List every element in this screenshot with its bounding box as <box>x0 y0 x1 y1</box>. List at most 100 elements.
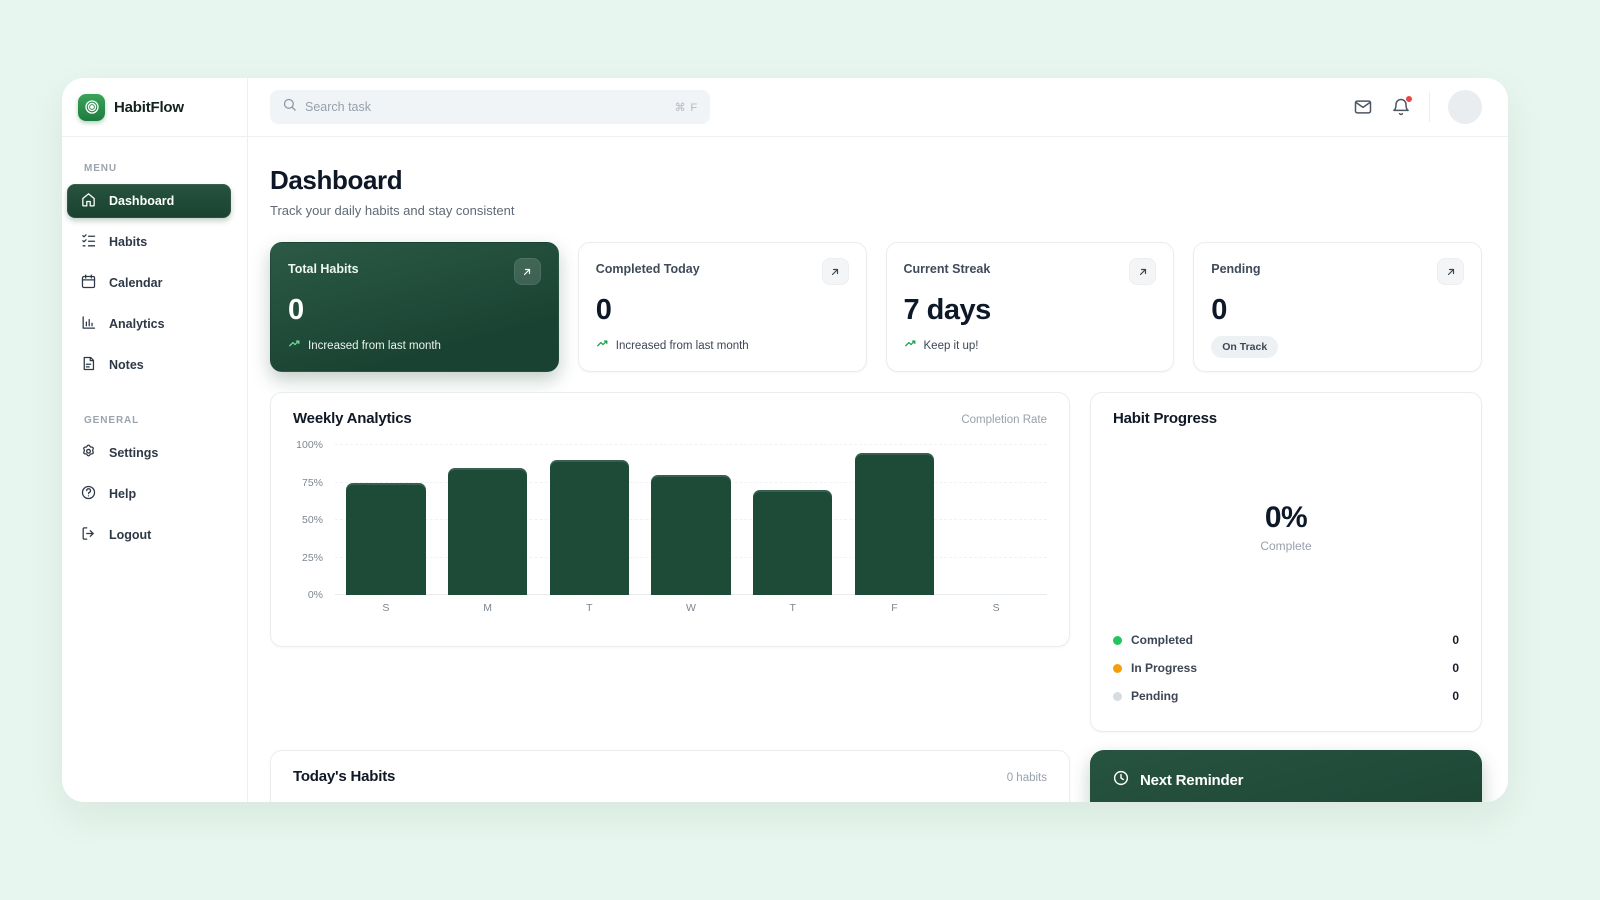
weekly-analytics-card: Weekly Analytics Completion Rate 0%25%50… <box>270 392 1070 647</box>
chart-bars <box>335 445 1047 595</box>
sidebar-item-label: Dashboard <box>109 194 174 208</box>
x-tick-label: T <box>742 602 844 614</box>
legend-value: 0 <box>1452 689 1459 703</box>
sidebar-item-notes[interactable]: Notes <box>67 348 231 382</box>
in-progress-dot-icon <box>1113 664 1122 673</box>
bar <box>855 453 934 596</box>
bar-S-0 <box>335 445 437 595</box>
completed-dot-icon <box>1113 636 1122 645</box>
progress-legend: Completed 0 In Progress 0 Pending 0 <box>1113 626 1459 714</box>
stat-value: 0 <box>288 294 541 327</box>
chart-x-axis: SMTWTFS <box>335 602 1047 614</box>
legend-label: Pending <box>1131 689 1178 703</box>
bar-W-3 <box>640 445 742 595</box>
mail-button[interactable] <box>1353 97 1373 117</box>
stat-note-text: Keep it up! <box>924 340 979 352</box>
notification-dot <box>1405 95 1413 103</box>
y-tick-label: 0% <box>308 589 323 601</box>
sidebar-item-calendar[interactable]: Calendar <box>67 266 231 300</box>
logo: HabitFlow <box>62 78 247 137</box>
trend-up-icon <box>288 337 302 354</box>
x-tick-label: M <box>437 602 539 614</box>
sidebar-item-label: Help <box>109 487 136 501</box>
search-shortcut-hint: ⌘ F <box>675 101 698 114</box>
next-reminder-card: Next Reminder <box>1090 750 1482 802</box>
expand-arrow-icon[interactable] <box>822 258 849 285</box>
legend-label: In Progress <box>1131 661 1197 675</box>
chart-plot <box>335 445 1047 595</box>
search-input[interactable] <box>305 100 667 114</box>
stat-label: Pending <box>1211 258 1260 276</box>
sidebar-item-label: Analytics <box>109 317 165 331</box>
stat-card-current-streak: Current Streak 7 days Keep it up! <box>886 242 1175 372</box>
stat-card-completed-today: Completed Today 0 Increased from last mo… <box>578 242 867 372</box>
pending-dot-icon <box>1113 692 1122 701</box>
app-window: HabitFlow MENU Dashboard Habits <box>62 78 1508 802</box>
sidebar: HabitFlow MENU Dashboard Habits <box>62 78 248 802</box>
stat-note-text: Increased from last month <box>308 340 441 352</box>
search-icon <box>282 97 297 117</box>
sidebar-item-habits[interactable]: Habits <box>67 225 231 259</box>
habit-progress-card: Habit Progress 0% Complete Completed 0 <box>1090 392 1482 732</box>
stat-card-pending: Pending 0 On Track <box>1193 242 1482 372</box>
sidebar-item-label: Habits <box>109 235 147 249</box>
calendar-icon <box>80 273 97 293</box>
sidebar-item-settings[interactable]: Settings <box>67 436 231 470</box>
sidebar-item-dashboard[interactable]: Dashboard <box>67 184 231 218</box>
expand-arrow-icon[interactable] <box>514 258 541 285</box>
expand-arrow-icon[interactable] <box>1129 258 1156 285</box>
menu-section-label: MENU <box>84 163 247 174</box>
expand-arrow-icon[interactable] <box>1437 258 1464 285</box>
y-tick-label: 100% <box>296 439 323 451</box>
dashboard-content: Dashboard Track your daily habits and st… <box>248 137 1508 802</box>
bar <box>448 468 527 596</box>
legend-row-in-progress: In Progress 0 <box>1113 654 1459 682</box>
mail-icon <box>1353 97 1373 117</box>
gear-icon <box>80 443 97 463</box>
bar-chart-icon <box>80 314 97 334</box>
sidebar-item-logout[interactable]: Logout <box>67 518 231 552</box>
stat-label: Completed Today <box>596 258 700 276</box>
todays-habits-title: Today's Habits <box>293 768 395 785</box>
stat-value: 0 <box>1211 294 1464 327</box>
checklist-icon <box>80 232 97 252</box>
home-icon <box>80 191 97 211</box>
stat-label: Total Habits <box>288 258 359 276</box>
bar <box>550 460 629 595</box>
stat-note-text: Increased from last month <box>616 340 749 352</box>
stat-value: 0 <box>596 294 849 327</box>
legend-row-pending: Pending 0 <box>1113 682 1459 710</box>
logout-icon <box>80 525 97 545</box>
progress-caption: Complete <box>1260 539 1311 553</box>
sidebar-item-label: Notes <box>109 358 144 372</box>
legend-value: 0 <box>1452 661 1459 675</box>
x-tick-label: S <box>945 602 1047 614</box>
sidebar-item-analytics[interactable]: Analytics <box>67 307 231 341</box>
sidebar-item-label: Calendar <box>109 276 163 290</box>
chart-y-axis: 0%25%50%75%100% <box>293 445 327 595</box>
x-tick-label: F <box>844 602 946 614</box>
y-tick-label: 50% <box>302 514 323 526</box>
todays-habits-count: 0 habits <box>1007 772 1047 784</box>
sidebar-item-help[interactable]: Help <box>67 477 231 511</box>
x-tick-label: S <box>335 602 437 614</box>
stat-label: Current Streak <box>904 258 991 276</box>
help-circle-icon <box>80 484 97 504</box>
bar-F-5 <box>844 445 946 595</box>
sidebar-item-label: Logout <box>109 528 151 542</box>
search-box[interactable]: ⌘ F <box>270 90 710 124</box>
status-badge: On Track <box>1211 336 1278 358</box>
progress-title: Habit Progress <box>1113 410 1217 427</box>
notifications-button[interactable] <box>1391 97 1411 117</box>
stat-value: 7 days <box>904 294 1157 327</box>
progress-percent: 0% <box>1265 501 1307 535</box>
legend-value: 0 <box>1452 633 1459 647</box>
avatar[interactable] <box>1448 90 1482 124</box>
notes-icon <box>80 355 97 375</box>
bar <box>651 475 730 595</box>
bar <box>346 483 425 596</box>
y-tick-label: 75% <box>302 477 323 489</box>
app-name: HabitFlow <box>114 99 184 116</box>
page-subtitle: Track your daily habits and stay consist… <box>270 203 1482 218</box>
trend-up-icon <box>596 337 610 354</box>
